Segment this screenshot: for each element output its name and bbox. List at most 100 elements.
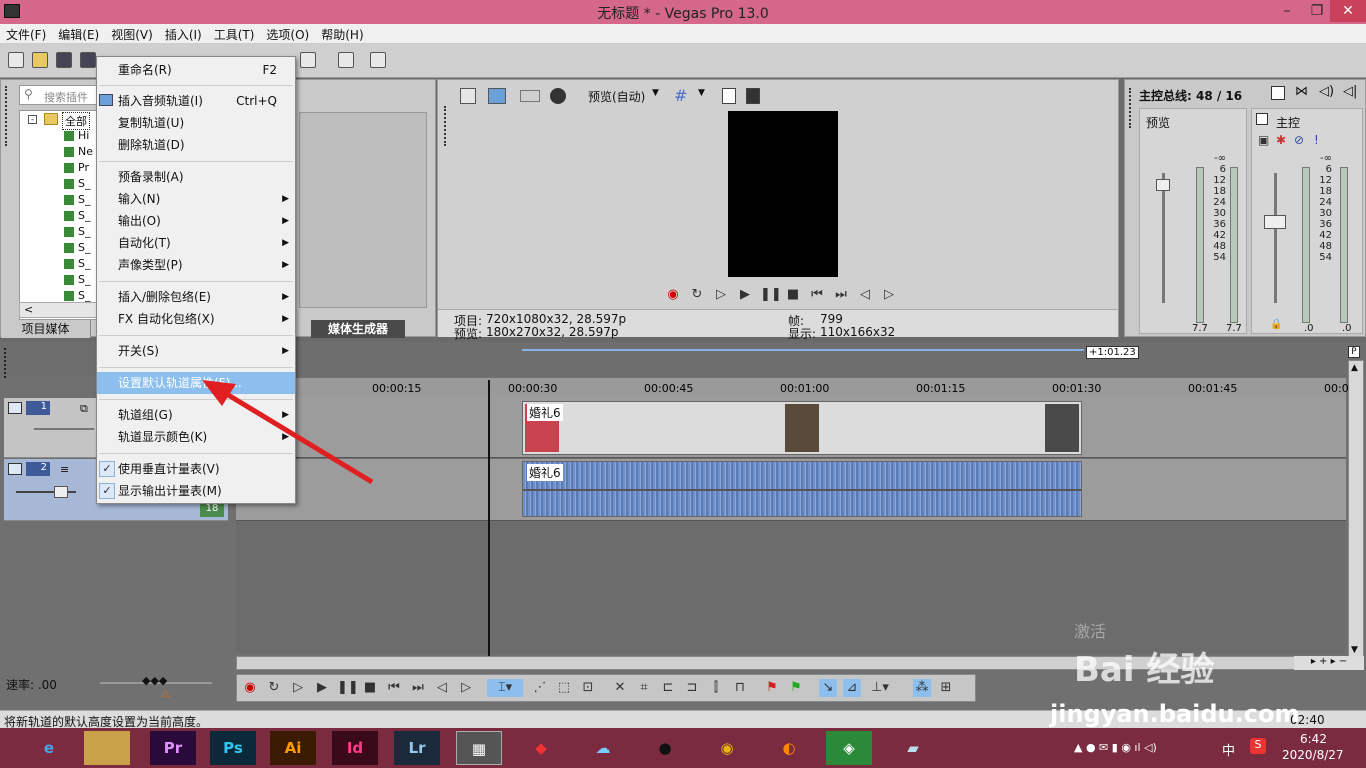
audio-meter-icon[interactable]: ≡ <box>60 463 69 476</box>
volume-slider-thumb[interactable] <box>54 486 68 498</box>
loop-icon[interactable]: ↻ <box>688 286 706 304</box>
file-explorer-icon[interactable] <box>84 731 130 765</box>
mixer-icon[interactable] <box>1271 86 1285 100</box>
save-frame-icon[interactable] <box>746 88 760 104</box>
properties-icon[interactable] <box>460 88 476 104</box>
track-expand-icon[interactable] <box>8 402 22 414</box>
speaker-icon[interactable]: ◁) <box>1319 84 1334 99</box>
app-icon[interactable]: ▰ <box>890 731 936 765</box>
dim-icon[interactable]: ◁| <box>1343 84 1357 99</box>
app-icon[interactable]: ◆ <box>518 731 564 765</box>
menu-item-arm-record[interactable]: 预备录制(A) <box>97 166 295 188</box>
clock-date[interactable]: 2020/8/27 <box>1282 748 1344 762</box>
menu-item-switches[interactable]: 开关(S) ▶ <box>97 340 295 362</box>
lock-icon[interactable]: ⊓ <box>731 679 749 697</box>
play-from-start-icon[interactable]: ▷ <box>712 286 730 304</box>
lock-icon[interactable]: 🔒 <box>1270 319 1282 330</box>
play-icon[interactable]: ▶ <box>313 679 331 697</box>
maximize-button[interactable]: ❐ <box>1302 0 1332 22</box>
search-box[interactable]: ⚲ 搜索插件 <box>19 85 99 105</box>
rate-slider-thumb-icon[interactable]: ◆◆◆ <box>142 674 167 687</box>
menu-view[interactable]: 视图(V) <box>105 24 159 43</box>
split-icon[interactable]: ⫿ <box>707 679 725 697</box>
scroll-left-icon[interactable]: < <box>24 303 33 316</box>
dropdown-arrow-icon[interactable]: ▼ <box>652 88 659 98</box>
menu-item-fx-envelopes[interactable]: FX 自动化包络(X) ▶ <box>97 308 295 330</box>
tree-item[interactable]: S_ <box>64 241 90 257</box>
play-icon[interactable]: ▶ <box>736 286 754 304</box>
envelope-tool-icon[interactable]: ⋰ <box>531 679 549 697</box>
split-icon[interactable] <box>520 90 540 102</box>
menu-help[interactable]: 帮助(H) <box>315 24 369 43</box>
tree-item[interactable]: S_ <box>64 257 90 273</box>
copy-frame-icon[interactable] <box>722 88 736 104</box>
close-button[interactable]: ✕ <box>1330 0 1366 22</box>
playhead[interactable] <box>488 380 490 656</box>
save-as-icon[interactable] <box>80 52 96 68</box>
pause-icon[interactable]: ❚❚ <box>337 679 359 697</box>
next-frame-icon[interactable]: ▷ <box>457 679 475 697</box>
menu-options[interactable]: 选项(O) <box>260 24 315 43</box>
photoshop-icon[interactable]: Ps <box>210 731 256 765</box>
prev-frame-icon[interactable]: ◁ <box>856 286 874 304</box>
menu-item-output[interactable]: 输出(O) ▶ <box>97 210 295 232</box>
composite-icon[interactable]: ⧉ <box>80 402 88 416</box>
track-expand-icon[interactable] <box>8 463 22 475</box>
marker-icon[interactable]: ⚑ <box>763 679 781 697</box>
menu-item-delete-track[interactable]: 删除轨道(D) <box>97 134 295 156</box>
premiere-icon[interactable]: Pr <box>150 731 196 765</box>
app-icon[interactable]: ☁ <box>580 731 626 765</box>
save-icon[interactable] <box>56 52 72 68</box>
pin-icon[interactable] <box>370 52 386 68</box>
grid-dropdown-icon[interactable]: ▼ <box>698 88 705 98</box>
menu-tools[interactable]: 工具(T) <box>208 24 261 43</box>
menu-item-duplicate-track[interactable]: 复制轨道(U) <box>97 112 295 134</box>
marker-bar-icon[interactable]: P <box>1348 346 1360 358</box>
track-level-slider[interactable] <box>34 428 94 430</box>
tree-item[interactable]: S_ <box>64 209 90 225</box>
prev-frame-icon[interactable]: ◁ <box>433 679 451 697</box>
selection-tool-icon[interactable]: ⬚ <box>555 679 573 697</box>
downmix-icon[interactable]: ⋈ <box>1295 84 1308 99</box>
tree-item[interactable]: S_ <box>64 193 90 209</box>
illustrator-icon[interactable]: Ai <box>270 731 316 765</box>
time-ruler[interactable]: 00:00:15 00:00:30 00:00:45 00:01:00 00:0… <box>236 378 1349 398</box>
fx-chain-icon[interactable]: ✱ <box>1276 133 1286 147</box>
go-end-icon[interactable]: ⏭ <box>832 286 850 304</box>
monitor-icon[interactable] <box>488 88 506 104</box>
menu-item-rename[interactable]: 重命名(R) F2 <box>97 59 295 81</box>
preview-fader[interactable] <box>1156 179 1170 191</box>
trim-start-icon[interactable]: ⊏ <box>659 679 677 697</box>
sogou-icon[interactable]: S <box>1250 738 1266 754</box>
tab-media-generators[interactable]: 媒体生成器 <box>311 320 405 338</box>
main-fader[interactable] <box>1264 215 1286 229</box>
preview-mode-dropdown[interactable]: 预览(自动) <box>588 88 645 105</box>
menu-edit[interactable]: 编辑(E) <box>52 24 105 43</box>
scroll-down-icon[interactable]: ▼ <box>1351 645 1358 655</box>
pause-icon[interactable]: ❚❚ <box>760 286 782 304</box>
tree-item[interactable]: Ne <box>64 145 93 161</box>
ignore-grouping-icon[interactable]: ⊞ <box>937 679 955 697</box>
record-icon[interactable]: ◉ <box>241 679 259 697</box>
region-icon[interactable]: ⚑ <box>787 679 805 697</box>
tree-root[interactable]: 全部 <box>62 112 90 130</box>
menu-file[interactable]: 文件(F) <box>0 24 52 43</box>
grid-icon[interactable]: # <box>674 86 687 105</box>
go-start-icon[interactable]: ⏮ <box>808 286 826 304</box>
menu-item-automation[interactable]: 自动化(T) ▶ <box>97 232 295 254</box>
edit-tool-icon[interactable]: ⌶▾ <box>487 679 523 697</box>
vegas-icon[interactable]: ▦ <box>456 731 502 765</box>
go-end-icon[interactable]: ⏭ <box>409 679 427 697</box>
tree-item[interactable]: S_ <box>64 273 90 289</box>
lock-envelopes-icon[interactable]: ⁂ <box>913 679 931 697</box>
loop-icon[interactable]: ↻ <box>265 679 283 697</box>
snap-icon[interactable]: ↘ <box>819 679 837 697</box>
app-icon[interactable]: ◈ <box>826 731 872 765</box>
ime-indicator[interactable]: 中 <box>1222 740 1235 759</box>
lightroom-icon[interactable]: Lr <box>394 731 440 765</box>
trim-icon[interactable]: ⌗ <box>635 679 653 697</box>
qq-icon[interactable]: ● <box>642 731 688 765</box>
tray-icons[interactable]: ▲ ● ✉ ▮ ◉ ıl ◁) <box>1074 741 1157 754</box>
indesign-icon[interactable]: Id <box>332 731 378 765</box>
loop-region-bar[interactable] <box>522 349 1084 351</box>
